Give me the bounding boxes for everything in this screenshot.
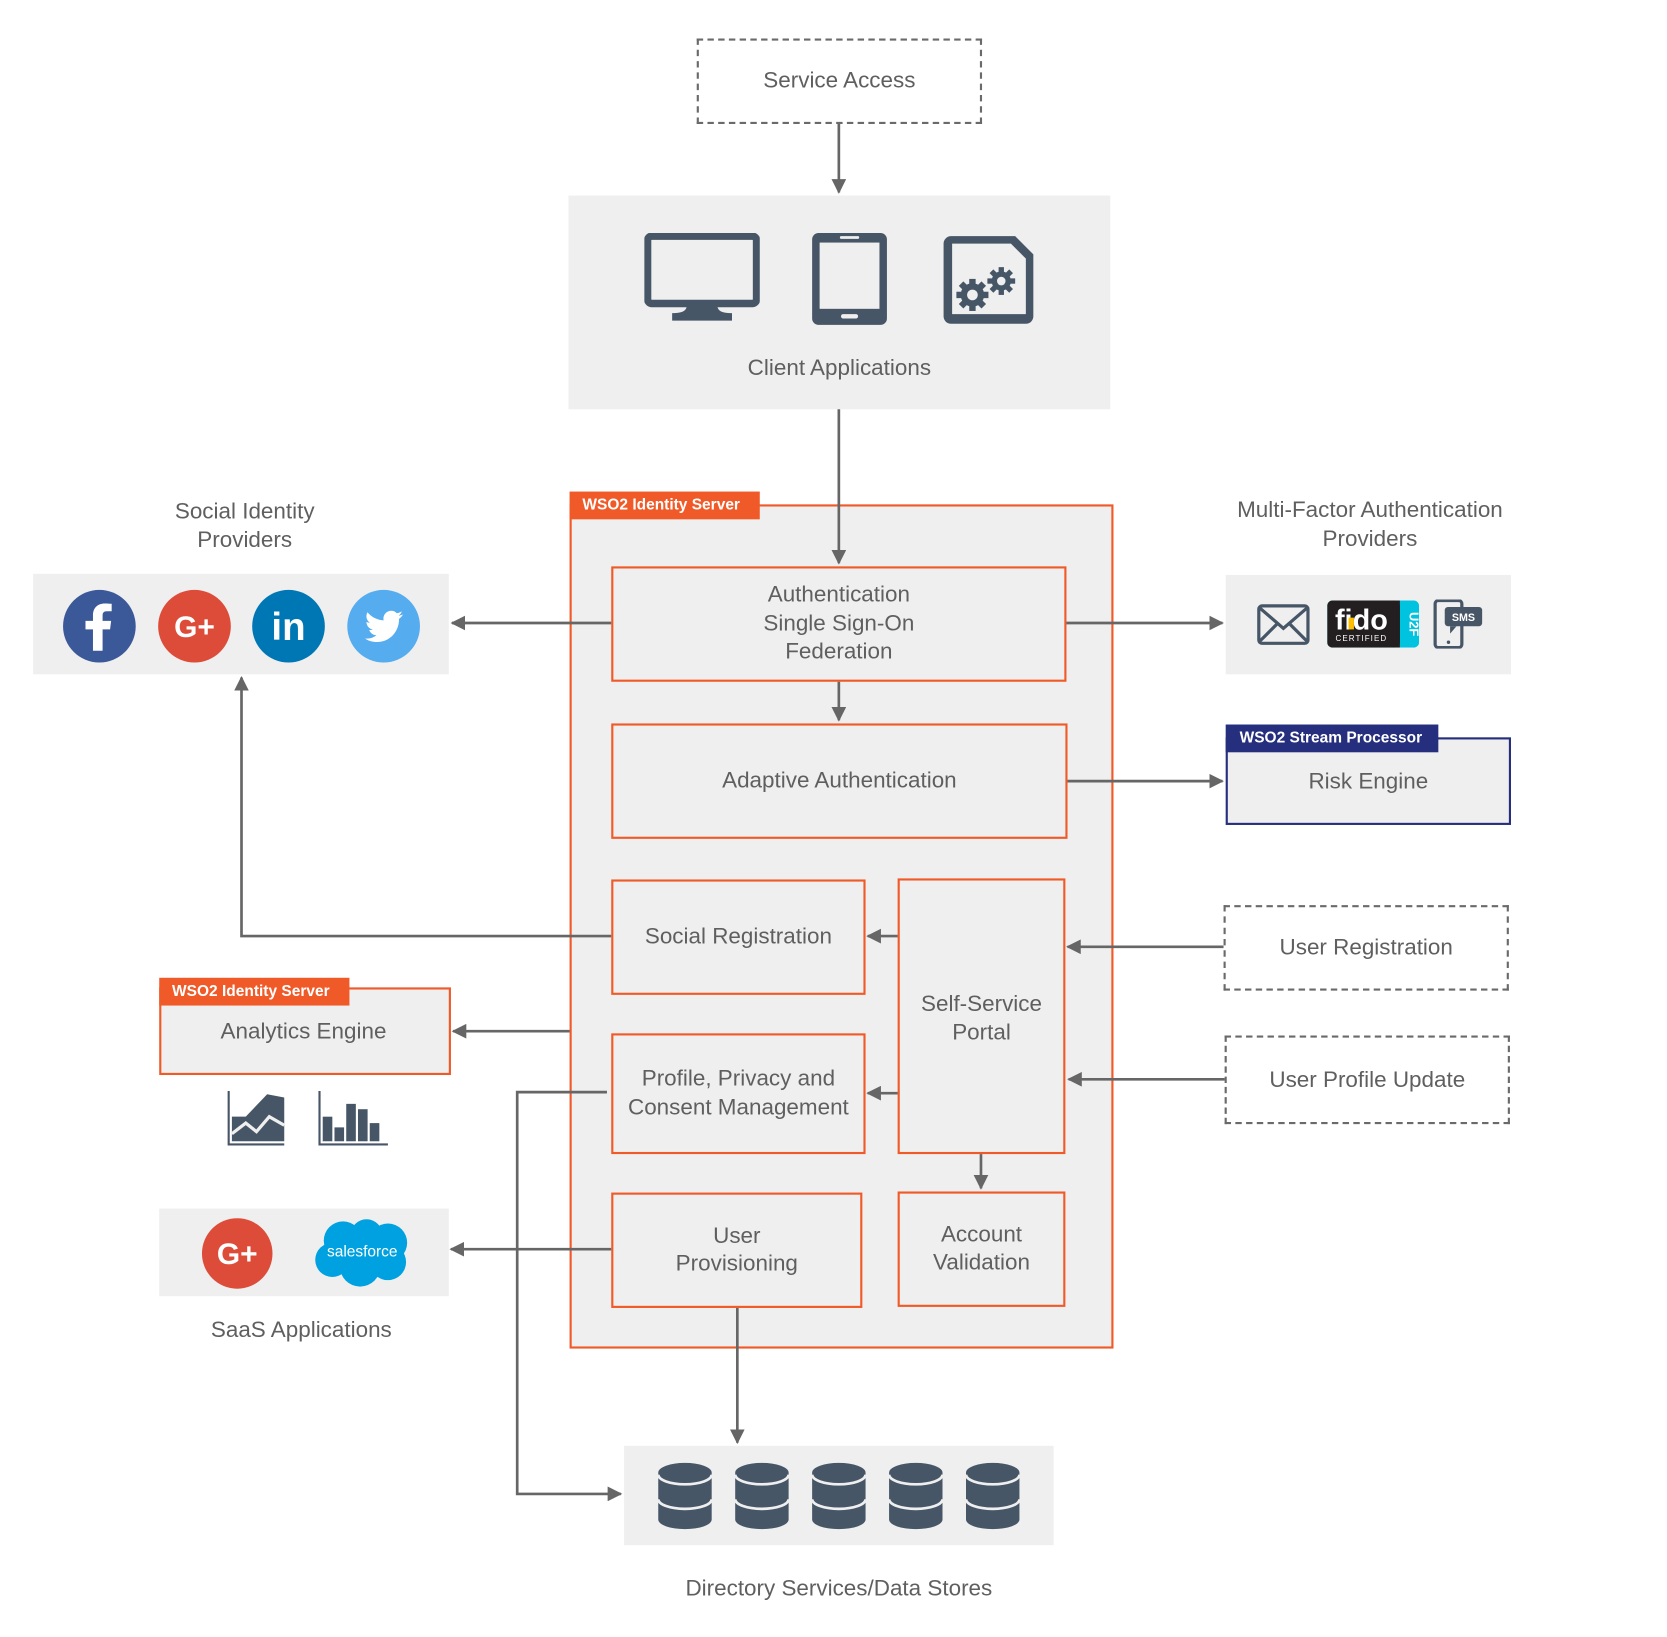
account-validation-label: Account Validation — [933, 1221, 1030, 1275]
identity-server-tag: WSO2 Identity Server — [569, 491, 760, 520]
service-access-box: Service Access — [696, 38, 983, 124]
database-icon — [810, 1462, 867, 1530]
social-idp-title: Social Identity Providers — [174, 499, 315, 552]
database-icons-row — [624, 1462, 1054, 1530]
stream-processor-tag: WSO2 Stream Processor — [1225, 724, 1439, 753]
user-registration-label: User Registration — [1279, 935, 1453, 960]
svg-text:SMS: SMS — [1452, 612, 1475, 624]
facebook-icon — [63, 589, 136, 663]
svg-text:G+: G+ — [174, 611, 215, 644]
analytics-engine-label: Analytics Engine — [220, 1019, 387, 1045]
svg-text:fido: fido — [1335, 604, 1388, 636]
svg-text:G+: G+ — [217, 1238, 258, 1271]
email-icon — [1257, 604, 1310, 645]
auth-box-label: Authentication Single Sign-On Federation — [763, 582, 915, 664]
service-access-label: Service Access — [763, 68, 916, 93]
app-gears-icon — [943, 236, 1034, 324]
user-profile-update-box: User Profile Update — [1224, 1035, 1510, 1125]
social-registration-label: Social Registration — [644, 924, 832, 949]
fido-u2f-icon: fido CERTIFIED U2F — [1327, 600, 1420, 648]
architecture-diagram: Service Access Client Applications WSO2 … — [0, 0, 1667, 1637]
profile-privacy-label: Profile, Privacy and Consent Management — [627, 1066, 849, 1120]
mfa-title: Multi-Factor Authentication Providers — [1237, 497, 1503, 551]
arrow-social-reg-to-social-idp — [234, 676, 612, 938]
svg-text:salesforce: salesforce — [327, 1244, 398, 1261]
user-provisioning-label: User Provisioning — [675, 1223, 798, 1276]
analytics-identity-server-tag: WSO2 Identity Server — [159, 977, 350, 1006]
twitter-icon — [347, 589, 420, 663]
google-plus-icon: G+ — [158, 589, 231, 663]
linkedin-icon: in — [252, 589, 325, 663]
risk-engine-label: Risk Engine — [1308, 769, 1429, 794]
user-provisioning-box: User Provisioning — [611, 1192, 863, 1308]
self-service-portal-label: Self-Service Portal — [921, 991, 1042, 1045]
area-chart-icon — [227, 1091, 286, 1146]
database-icon — [887, 1462, 944, 1530]
database-icon — [964, 1462, 1021, 1530]
database-icon — [733, 1462, 790, 1530]
salesforce-icon: salesforce — [315, 1219, 408, 1287]
user-profile-update-label: User Profile Update — [1269, 1066, 1466, 1092]
client-applications-label: Client Applications — [747, 355, 932, 381]
saas-label: SaaS Applications — [210, 1317, 392, 1343]
svg-text:CERTIFIED: CERTIFIED — [1336, 634, 1388, 643]
google-plus-icon: G+ — [201, 1218, 273, 1289]
adaptive-auth-label: Adaptive Authentication — [722, 768, 957, 793]
account-validation-box: Account Validation — [897, 1191, 1066, 1307]
svg-text:in: in — [271, 606, 305, 649]
database-icon — [656, 1462, 714, 1530]
self-service-portal-box: Self-Service Portal — [897, 878, 1066, 1155]
tablet-icon — [812, 232, 887, 325]
profile-privacy-consent-box: Profile, Privacy and Consent Management — [611, 1033, 866, 1155]
user-registration-box: User Registration — [1223, 905, 1509, 991]
bar-chart-icon — [318, 1091, 388, 1146]
desktop-icon — [644, 232, 760, 321]
svg-text:U2F: U2F — [1406, 612, 1419, 636]
data-stores-label: Directory Services/Data Stores — [685, 1576, 993, 1601]
adaptive-authentication-box: Adaptive Authentication — [611, 723, 1068, 839]
sms-icon: SMS — [1433, 599, 1483, 649]
authentication-sso-federation-box: Authentication Single Sign-On Federation — [611, 566, 1067, 682]
social-registration-box: Social Registration — [611, 879, 866, 995]
